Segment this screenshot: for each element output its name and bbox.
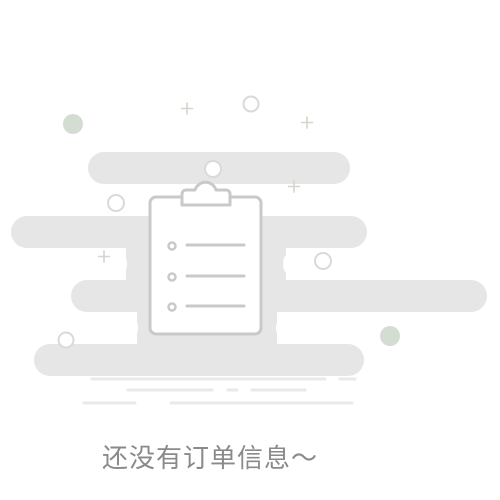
clipboard-icon <box>148 180 263 336</box>
decor-dot-green <box>63 114 83 134</box>
ground-lines <box>82 377 357 405</box>
decor-dot-green <box>380 326 400 346</box>
empty-orders-illustration <box>0 95 500 405</box>
cloud-band <box>71 280 487 312</box>
cloud-band <box>34 344 364 376</box>
empty-state-message: 还没有订单信息～ <box>101 444 318 474</box>
